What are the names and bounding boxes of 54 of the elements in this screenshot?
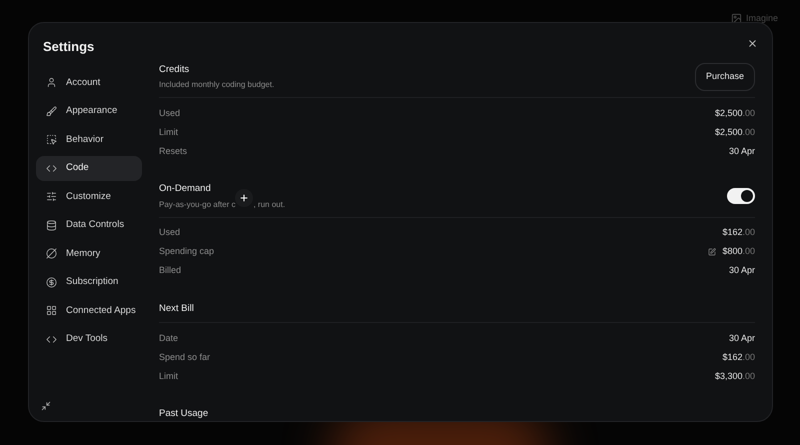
- section-title: Next Bill: [159, 302, 194, 316]
- user-icon: [46, 77, 57, 88]
- sidebar-item[interactable]: Code: [36, 156, 142, 180]
- row-label: Limit: [159, 126, 178, 139]
- grid-icon: [46, 305, 57, 316]
- sidebar-item[interactable]: Customize: [36, 184, 142, 209]
- sidebar-item[interactable]: Appearance: [36, 99, 142, 124]
- background-label: Imagine: [746, 12, 778, 25]
- sidebar-item[interactable]: Subscription: [36, 270, 142, 294]
- code-icon: [46, 162, 57, 174]
- database-icon: [46, 220, 57, 231]
- section-title: Credits: [159, 63, 190, 77]
- row-label: Used: [159, 226, 180, 240]
- row-label: Date: [159, 332, 178, 344]
- section-title: Past Usage: [159, 406, 208, 421]
- sidebar-item[interactable]: Data Controls: [36, 213, 142, 238]
- dialog-title: Settings: [42, 38, 96, 56]
- section-title: On-Demand: [159, 182, 212, 196]
- sidebar-item[interactable]: Behavior: [36, 128, 142, 152]
- sidebar-item[interactable]: Dev Tools: [36, 327, 142, 352]
- row-value: $162.00: [722, 350, 755, 364]
- section-subtitle: Pay-as-you-go after c: [159, 198, 236, 210]
- cursor-window-icon: [46, 134, 57, 146]
- edit-icon[interactable]: [708, 248, 716, 256]
- row-label: Spend so far: [159, 350, 210, 364]
- brush-icon: [46, 106, 57, 117]
- row-value: $3,300.00: [714, 370, 755, 382]
- row-label: Resets: [159, 145, 188, 158]
- image-icon: [730, 13, 742, 24]
- section-subtitle: Included monthly coding budget.: [159, 79, 274, 92]
- crosshair-cursor: [235, 188, 254, 206]
- circle-icon: [46, 248, 57, 260]
- sidebar-item[interactable]: Memory: [36, 242, 142, 266]
- row-value: $2,500.00: [714, 107, 755, 120]
- dollar-icon: [46, 276, 57, 288]
- sliders-icon: [46, 191, 57, 202]
- row-value: $162.00: [722, 226, 755, 240]
- section-subtitle: , run out.: [253, 198, 286, 210]
- row-value: $800.00: [722, 245, 755, 258]
- row-value: 30 Apr: [728, 145, 755, 158]
- row-label: Limit: [159, 370, 178, 382]
- sidebar-item[interactable]: Account: [36, 70, 142, 95]
- row-value: $2,500.00: [714, 126, 755, 139]
- row-label: Billed: [159, 264, 182, 278]
- purchase-button[interactable]: Purchase: [694, 63, 755, 91]
- sidebar-item[interactable]: Connected Apps: [36, 298, 142, 323]
- row-value: 30 Apr: [728, 264, 755, 278]
- code-icon: [46, 334, 57, 345]
- collapse-icon[interactable]: [41, 401, 51, 411]
- toggle-switch[interactable]: [727, 188, 755, 204]
- row-label: Spending cap: [159, 245, 214, 258]
- close-icon[interactable]: [747, 38, 758, 49]
- row-label: Used: [159, 107, 180, 120]
- row-value: 30 Apr: [728, 332, 755, 345]
